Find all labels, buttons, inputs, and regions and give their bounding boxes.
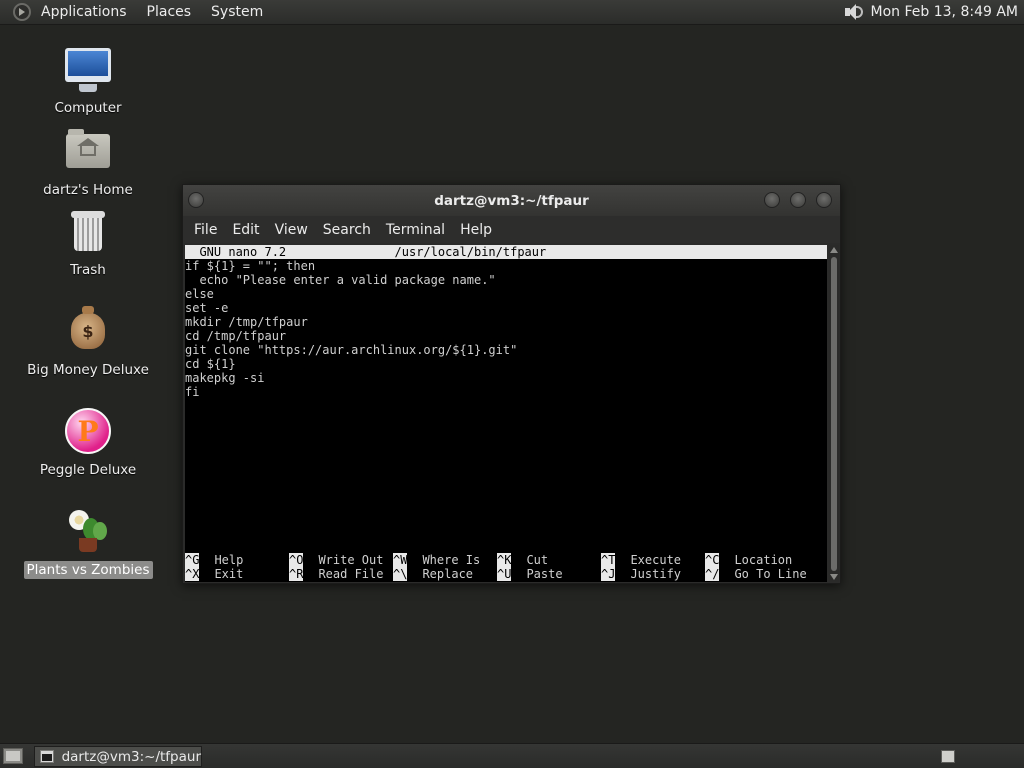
window-titlebar[interactable]: dartz@vm3:~/tfpaur <box>183 185 840 216</box>
desktop-icon-plants-vs-zombies[interactable]: Plants vs Zombies <box>23 507 153 579</box>
desktop-icon-big-money-deluxe[interactable]: $ Big Money Deluxe <box>27 306 149 379</box>
maximize-button[interactable] <box>790 192 806 208</box>
distro-logo-icon <box>13 3 31 21</box>
terminal-window[interactable]: dartz@vm3:~/tfpaur File Edit View Search… <box>182 184 841 584</box>
code-line: makepkg -si <box>185 371 265 385</box>
shortcut-read-file: ^R Read File <box>289 567 384 581</box>
bottom-panel: dartz@vm3:~/tfpaur <box>0 743 1024 768</box>
desktop-icon-peggle-deluxe[interactable]: P Peggle Deluxe <box>28 407 148 479</box>
menu-edit[interactable]: Edit <box>224 222 266 238</box>
clock[interactable]: Mon Feb 13, 8:49 AM <box>871 4 1018 20</box>
terminal-menubar: File Edit View Search Terminal Help <box>183 216 840 243</box>
workspace-switcher[interactable] <box>941 750 955 763</box>
terminal-icon <box>40 750 54 763</box>
window-title: dartz@vm3:~/tfpaur <box>434 192 589 209</box>
plants-vs-zombies-icon <box>65 508 111 554</box>
shortcut-write-out: ^O Write Out <box>289 553 384 567</box>
desktop-icon-label: dartz's Home <box>43 182 133 198</box>
desktop-icon-label: Peggle Deluxe <box>39 462 137 478</box>
desktop-icon-computer[interactable]: Computer <box>28 45 148 117</box>
code-line: echo "Please enter a valid package name.… <box>185 273 496 287</box>
applications-menu[interactable]: Applications <box>0 0 137 25</box>
nano-header: GNU nano 7.2 /usr/local/bin/tfpaur <box>185 245 827 259</box>
desktop-icon-home[interactable]: dartz's Home <box>28 127 148 199</box>
money-bag-icon: $ <box>71 306 105 349</box>
menu-view[interactable]: View <box>267 222 315 238</box>
desktop-icon-label: Plants vs Zombies <box>23 561 153 579</box>
close-button[interactable] <box>816 192 832 208</box>
shortcut-location: ^C Location <box>705 553 793 567</box>
code-line: if ${1} = ""; then <box>185 259 316 273</box>
code-line: git clone "https://aur.archlinux.org/${1… <box>185 343 518 357</box>
shortcut-go-to-line: ^/Go To Line <box>705 567 807 581</box>
show-desktop-icon[interactable] <box>3 748 23 764</box>
code-line: cd /tmp/tfpaur <box>185 329 287 343</box>
code-line: set -e <box>185 301 229 315</box>
shortcut-execute: ^T Execute <box>601 553 682 567</box>
shortcut-paste: ^U Paste <box>497 567 563 581</box>
taskbar-item-label: dartz@vm3:~/tfpaur <box>61 748 201 765</box>
taskbar-item-terminal[interactable]: dartz@vm3:~/tfpaur <box>34 746 202 767</box>
trash-icon <box>71 211 105 251</box>
shortcut-replace: ^\ Replace <box>393 567 474 581</box>
desktop-icon-label: Computer <box>54 100 122 116</box>
shortcut-justify: ^J Justify <box>601 567 682 581</box>
home-folder-icon <box>66 129 110 168</box>
nano-shortcut-bar: ^G Help ^O Write Out ^W Where Is ^K Cut ^T Ex… <box>185 553 827 581</box>
desktop-icon-label: Big Money Deluxe <box>27 362 149 378</box>
system-menu[interactable]: System <box>201 0 273 25</box>
shortcut-cut: ^K Cut <box>497 553 549 567</box>
shortcut-help: ^G Help <box>185 553 244 567</box>
code-line: fi <box>185 385 200 399</box>
places-menu-label: Places <box>146 4 192 20</box>
desktop-icon-label: Trash <box>70 262 106 278</box>
menu-terminal[interactable]: Terminal <box>378 222 452 238</box>
system-menu-label: System <box>211 4 264 20</box>
code-line: else <box>185 287 214 301</box>
minimize-button[interactable] <box>764 192 780 208</box>
peggle-icon: P <box>65 408 111 454</box>
window-menu-button[interactable] <box>188 192 204 208</box>
scrollbar-thumb[interactable] <box>831 257 837 571</box>
code-line: mkdir /tmp/tfpaur <box>185 315 308 329</box>
applications-menu-label: Applications <box>41 4 127 20</box>
terminal-scrollbar[interactable] <box>829 245 839 582</box>
shortcut-exit: ^X Exit <box>185 567 244 581</box>
speaker-volume-icon[interactable] <box>843 3 863 21</box>
terminal-screen[interactable]: GNU nano 7.2 /usr/local/bin/tfpaur if ${… <box>185 245 827 582</box>
computer-icon <box>65 48 111 92</box>
scroll-up-arrow-icon[interactable] <box>830 247 838 253</box>
places-menu[interactable]: Places <box>137 0 202 25</box>
menu-search[interactable]: Search <box>315 222 378 238</box>
menu-file[interactable]: File <box>186 222 224 238</box>
shortcut-where-is: ^W Where Is <box>393 553 481 567</box>
top-panel: Applications Places System Mon Feb 13, 8… <box>0 0 1024 25</box>
desktop-icon-trash[interactable]: Trash <box>28 207 148 279</box>
code-line: cd ${1} <box>185 357 236 371</box>
scroll-down-arrow-icon[interactable] <box>830 574 838 580</box>
menu-help[interactable]: Help <box>452 222 499 238</box>
